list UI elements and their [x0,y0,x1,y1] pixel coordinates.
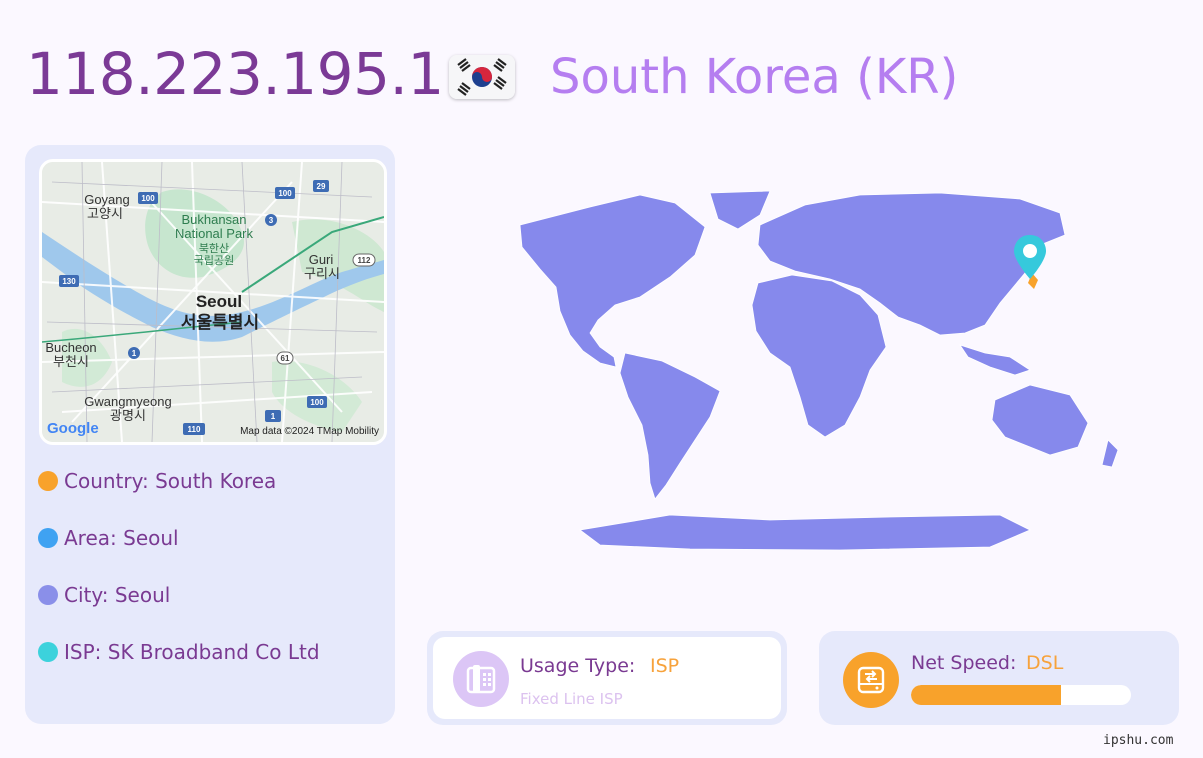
usage-type-inner: Usage Type: ISP Fixed Line ISP [433,637,781,719]
net-speed-card: Net Speed: DSL [819,631,1179,725]
map-label-park-2: National Park [175,226,254,241]
map-label-guri-ko: 구리시 [304,266,340,281]
map-label-guri: Guri [309,252,334,267]
land-africa [751,274,887,438]
land-north-america [519,194,706,368]
map-label-park-ko: 북한산 [199,242,229,255]
area-dot-icon [38,528,58,548]
map-label-seoul: Seoul [196,292,242,311]
route-shield-1-b: 1 [271,412,276,421]
land-indonesia [959,344,1031,376]
info-isp-text: ISP: SK Broadband Co Ltd [64,640,320,664]
route-shield-110: 110 [188,425,201,434]
map-label-gwangmyeong: Gwangmyeong [84,394,171,409]
isp-dot-icon [38,642,58,662]
route-shield-100: 100 [141,194,155,203]
land-australia [991,384,1089,456]
router-icon [843,652,899,708]
land-greenland [709,190,771,230]
route-shield-3: 3 [269,216,274,225]
route-shield-130: 130 [62,277,76,286]
info-city-text: City: Seoul [64,583,171,607]
map-label-seoul-ko: 서울특별시 [181,313,259,332]
city-map[interactable]: Goyang 고양시 Bukhansan National Park 북한산 국… [39,159,387,445]
south-korea-flag-icon [449,55,515,99]
land-antarctica [579,514,1031,551]
google-logo: Google [47,420,99,437]
usage-type-label: Usage Type: [520,655,636,677]
watermark: ipshu.com [1103,733,1174,748]
net-speed-label: Net Speed: [911,652,1017,674]
info-city: City: Seoul [38,580,170,610]
map-label-goyang-ko: 고양시 [87,206,123,221]
info-country-text: Country: South Korea [64,469,277,493]
country-dot-icon [38,471,58,491]
route-shield-61: 61 [281,354,290,363]
map-label-park-ko-2: 국립공원 [194,254,234,267]
info-country: Country: South Korea [38,466,276,496]
route-shield-29: 29 [317,182,326,191]
map-label-bucheon: Bucheon [45,340,96,355]
net-speed-value: DSL [1026,652,1064,674]
telephone-icon [453,651,509,707]
city-dot-icon [38,585,58,605]
ip-address: 118.223.195.1 [26,40,444,108]
map-label-goyang: Goyang [84,192,130,207]
usage-type-card: Usage Type: ISP Fixed Line ISP [427,631,787,725]
info-isp: ISP: SK Broadband Co Ltd [38,637,320,667]
route-shield-100-b: 100 [278,189,292,198]
land-south-america [619,352,721,500]
map-label-park: Bukhansan [181,212,246,227]
map-label-bucheon-ko: 부천시 [53,354,89,369]
route-shield-1: 1 [132,349,137,358]
map-attribution: Map data ©2024 TMap Mobility [240,426,379,437]
net-speed-bar [911,685,1131,705]
usage-type-value: ISP [650,655,680,677]
land-new-zealand [1101,439,1119,468]
location-card: Goyang 고양시 Bukhansan National Park 북한산 국… [25,145,395,724]
info-area-text: Area: Seoul [64,526,179,550]
net-speed-bar-fill [911,685,1061,705]
info-area: Area: Seoul [38,523,179,553]
country-title: South Korea (KR) [550,49,959,105]
usage-type-sub: Fixed Line ISP [520,690,623,708]
world-map [440,185,1160,559]
route-shield-112: 112 [358,256,371,265]
route-shield-100-c: 100 [310,398,324,407]
map-label-gwangmyeong-ko: 광명시 [110,408,146,423]
